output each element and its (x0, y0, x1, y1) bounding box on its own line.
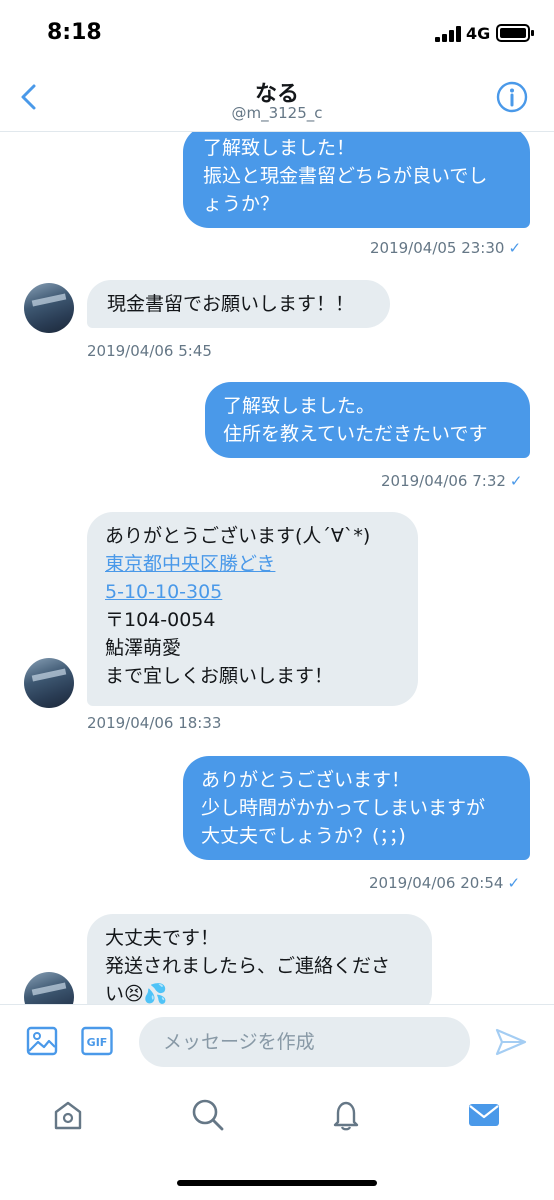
timestamp-text: 2019/04/06 20:54 (369, 874, 504, 892)
message-bubble-outgoing[interactable]: 了解致しました！ 振込と現金書留どちらが良いでし ょうか？ (183, 132, 530, 228)
battery-icon (496, 24, 534, 42)
compose-bar: GIF メッセージを作成 (0, 1004, 554, 1076)
message-line: まで宜しくお願いします！ (105, 665, 334, 687)
message-timestamp: 2019/04/06 7:32 ✓ (381, 472, 523, 490)
home-indicator (177, 1180, 377, 1186)
add-gif-button[interactable]: GIF (81, 1025, 113, 1061)
avatar[interactable] (24, 283, 74, 333)
signal-icon (435, 26, 463, 42)
message-input[interactable]: メッセージを作成 (139, 1017, 470, 1067)
gif-label: GIF (87, 1036, 108, 1049)
message-timestamp: 2019/04/06 18:33 (87, 714, 222, 732)
network-label: 4G (466, 24, 491, 43)
read-check-icon: ✓ (508, 239, 522, 257)
message-bubble-outgoing[interactable]: 了解致しました。 住所を教えていただきたいです (205, 382, 530, 458)
tab-search[interactable] (191, 1098, 225, 1132)
message-list[interactable]: 了解致しました！ 振込と現金書留どちらが良いでし ょうか？ 2019/04/05… (0, 132, 554, 1004)
tab-home[interactable] (51, 1098, 85, 1132)
address-link[interactable]: 東京都中央区勝どき (105, 550, 400, 578)
mail-icon (469, 1104, 499, 1126)
conversation-header: なる @m_3125_c (0, 64, 554, 132)
search-icon (192, 1099, 224, 1131)
message-timestamp: 2019/04/06 5:45 (87, 342, 212, 360)
home-icon (54, 1101, 82, 1130)
message-bubble-incoming[interactable]: 大丈夫です！ 発送されましたら、ご連絡くださ い😣💦 (87, 914, 432, 1004)
info-button[interactable] (496, 81, 528, 113)
address-link[interactable]: 5-10-10-305 (105, 578, 400, 606)
gif-icon: GIF (81, 1026, 113, 1056)
message-line: ありがとうございます(人´∀`*) (105, 525, 371, 547)
image-icon (26, 1026, 58, 1056)
message-bubble-incoming[interactable]: 現金書留でお願いします！！ (87, 280, 390, 328)
conversation-handle: @m_3125_c (231, 104, 323, 122)
add-image-button[interactable] (26, 1025, 58, 1061)
status-bar: 8:18 4G (0, 0, 554, 64)
message-timestamp: 2019/04/06 20:54 ✓ (369, 874, 520, 892)
message-bubble-incoming[interactable]: ありがとうございます(人´∀`*) 東京都中央区勝どき 5-10-10-305 … (87, 512, 418, 706)
tab-messages[interactable] (467, 1098, 501, 1132)
info-icon (496, 81, 528, 113)
message-line: 〒104-0054 (105, 609, 216, 631)
avatar[interactable] (24, 972, 74, 1004)
send-button[interactable] (494, 1027, 528, 1057)
timestamp-text: 2019/04/05 23:30 (370, 239, 505, 257)
status-time: 8:18 (47, 20, 102, 45)
read-check-icon: ✓ (507, 874, 521, 892)
message-timestamp: 2019/04/05 23:30 ✓ (370, 239, 521, 257)
send-icon (495, 1028, 527, 1056)
avatar[interactable] (24, 658, 74, 708)
timestamp-text: 2019/04/06 7:32 (381, 472, 506, 490)
message-line: 鮎澤萌愛 (105, 637, 182, 659)
tab-notifications[interactable] (329, 1098, 363, 1132)
read-check-icon: ✓ (509, 472, 523, 490)
bell-icon (333, 1101, 359, 1131)
message-bubble-outgoing[interactable]: ありがとうございます！ 少し時間がかかってしまいますが 大丈夫でしょうか？(；；… (183, 756, 530, 860)
